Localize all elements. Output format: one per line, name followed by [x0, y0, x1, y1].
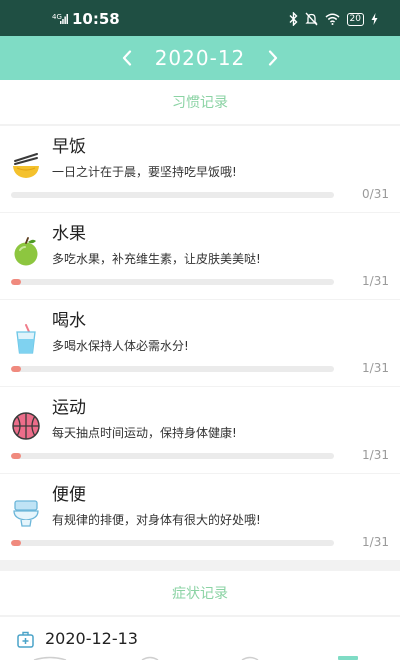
- habit-progress-bar: [11, 192, 334, 198]
- symptoms-section-title: 症状记录: [0, 571, 400, 615]
- habit-count: 1/31: [362, 274, 389, 288]
- habit-count: 0/31: [362, 187, 389, 201]
- habit-progress-fill: [11, 453, 22, 459]
- habit-name: 早饭: [52, 137, 86, 157]
- chevron-left-icon: [122, 50, 131, 66]
- next-month-button[interactable]: [263, 45, 283, 71]
- habit-name: 水果: [52, 224, 86, 244]
- habit-description: 多喝水保持人体必需水分!: [52, 339, 189, 353]
- habit-name: 喝水: [52, 311, 86, 331]
- habit-item-water[interactable]: 喝水 多喝水保持人体必需水分! 1/31: [0, 300, 400, 386]
- mute-bell-icon: [304, 12, 318, 26]
- habit-item-breakfast[interactable]: 早饭 一日之计在于晨，要坚持吃早饭哦! 0/31: [0, 126, 400, 212]
- habit-description: 一日之计在于晨，要坚持吃早饭哦!: [52, 165, 237, 179]
- habit-progress-bar: [11, 540, 334, 546]
- month-navigator: 2020-12: [0, 36, 400, 80]
- habit-progress-fill: [11, 366, 22, 372]
- medical-kit-icon: [17, 631, 34, 648]
- habit-item-fruit[interactable]: 水果 多吃水果，补充维生素，让皮肤美美哒! 1/31: [0, 213, 400, 299]
- habit-progress-bar: [11, 453, 334, 459]
- bluetooth-icon: [289, 12, 298, 26]
- habit-description: 多吃水果，补充维生素，让皮肤美美哒!: [52, 252, 261, 266]
- habit-description: 有规律的排便，对身体有很大的好处哦!: [52, 513, 261, 527]
- habit-name: 便便: [52, 485, 86, 505]
- symptom-date-row[interactable]: 2020-12-13: [0, 617, 400, 660]
- habits-section-title: 习惯记录: [0, 80, 400, 124]
- noodle-bowl-icon: [13, 153, 39, 178]
- basketball-icon: [12, 412, 40, 440]
- apple-icon: [14, 237, 38, 266]
- habit-name: 运动: [52, 398, 86, 418]
- signal-icon: [60, 14, 68, 24]
- habit-progress-fill: [11, 279, 22, 285]
- water-glass-icon: [16, 324, 36, 354]
- chevron-right-icon: [269, 50, 278, 66]
- habit-progress-fill: [11, 540, 22, 546]
- bottom-tab-hint: [33, 656, 358, 660]
- habit-count: 1/31: [362, 361, 389, 375]
- habit-item-exercise[interactable]: 运动 每天抽点时间运动，保持身体健康! 1/31: [0, 387, 400, 473]
- status-time: 10:58: [72, 10, 120, 28]
- charging-icon: [371, 13, 378, 25]
- habit-progress-bar: [11, 366, 334, 372]
- habit-progress-bar: [11, 279, 334, 285]
- toilet-icon: [13, 500, 39, 527]
- wifi-icon: [325, 13, 340, 25]
- habit-count: 1/31: [362, 535, 389, 549]
- habit-count: 1/31: [362, 448, 389, 462]
- habit-item-bowel[interactable]: 便便 有规律的排便，对身体有很大的好处哦! 1/31: [0, 474, 400, 560]
- symptom-date: 2020-12-13: [45, 629, 138, 648]
- current-month: 2020-12: [154, 46, 246, 70]
- habit-description: 每天抽点时间运动，保持身体健康!: [52, 426, 237, 440]
- battery-icon: 20: [346, 12, 364, 26]
- status-bar: 4G 10:58 20: [0, 0, 400, 36]
- prev-month-button[interactable]: [117, 45, 137, 71]
